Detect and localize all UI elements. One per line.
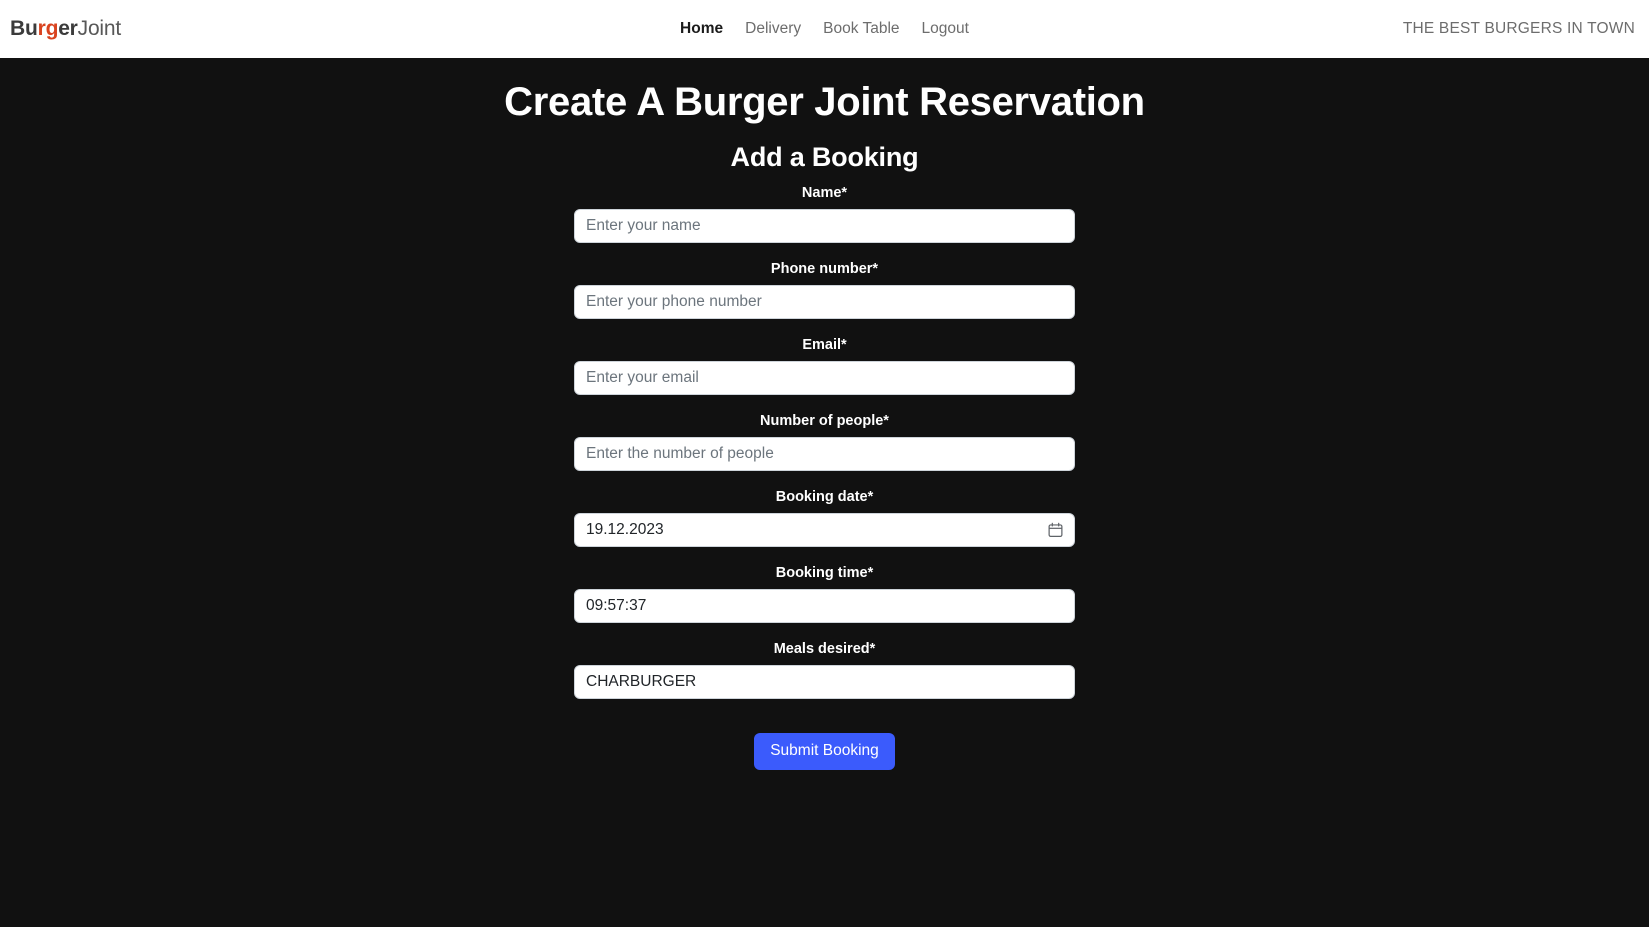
- field-number-of-people: Number of people*: [574, 413, 1075, 471]
- form-title: Add a Booking: [730, 142, 919, 172]
- field-label-email: Email*: [802, 337, 847, 353]
- site-header: BurgerJoint Home Delivery Book Table Log…: [0, 0, 1649, 58]
- booking-time-input[interactable]: [574, 589, 1075, 623]
- field-label-name: Name*: [801, 185, 848, 201]
- field-booking-date: Booking date*: [574, 489, 1075, 547]
- field-label-booking-time: Booking time*: [775, 565, 874, 581]
- field-label-phone: Phone number*: [770, 261, 879, 277]
- brand-text-part-2: er: [58, 17, 78, 40]
- booking-date-input[interactable]: [574, 513, 1075, 547]
- main-content: Create A Burger Joint Reservation Add a …: [0, 58, 1649, 927]
- nav-link-logout[interactable]: Logout: [922, 20, 969, 38]
- brand-logo[interactable]: BurgerJoint: [10, 17, 121, 41]
- field-label-number-of-people: Number of people*: [760, 413, 889, 429]
- header-tagline: THE BEST BURGERS IN TOWN: [1402, 20, 1635, 37]
- field-meals-desired: Meals desired*: [574, 641, 1075, 699]
- name-input[interactable]: [574, 209, 1075, 243]
- field-phone: Phone number*: [574, 261, 1075, 319]
- booking-form: Name* Phone number* Email* Number of peo…: [574, 185, 1075, 770]
- field-name: Name*: [574, 185, 1075, 243]
- nav-link-book-table[interactable]: Book Table: [823, 20, 899, 38]
- main-navigation: Home Delivery Book Table Logout: [680, 20, 969, 38]
- submit-row: Submit Booking: [574, 733, 1075, 770]
- page-title: Create A Burger Joint Reservation: [504, 80, 1145, 124]
- meals-desired-input[interactable]: [574, 665, 1075, 699]
- field-email: Email*: [574, 337, 1075, 395]
- phone-number-input[interactable]: [574, 285, 1075, 319]
- field-label-meals-desired: Meals desired*: [773, 641, 876, 657]
- nav-link-delivery[interactable]: Delivery: [745, 20, 801, 38]
- submit-booking-button[interactable]: Submit Booking: [754, 733, 895, 770]
- number-of-people-input[interactable]: [574, 437, 1075, 471]
- booking-date-wrapper: [574, 513, 1075, 547]
- field-label-booking-date: Booking date*: [775, 489, 874, 505]
- nav-link-home[interactable]: Home: [680, 20, 723, 38]
- brand-text-joint: Joint: [77, 17, 122, 40]
- brand-text-accent: rg: [37, 17, 59, 40]
- field-booking-time: Booking time*: [574, 565, 1075, 623]
- email-input[interactable]: [574, 361, 1075, 395]
- brand-text-part-1: Bu: [10, 17, 38, 40]
